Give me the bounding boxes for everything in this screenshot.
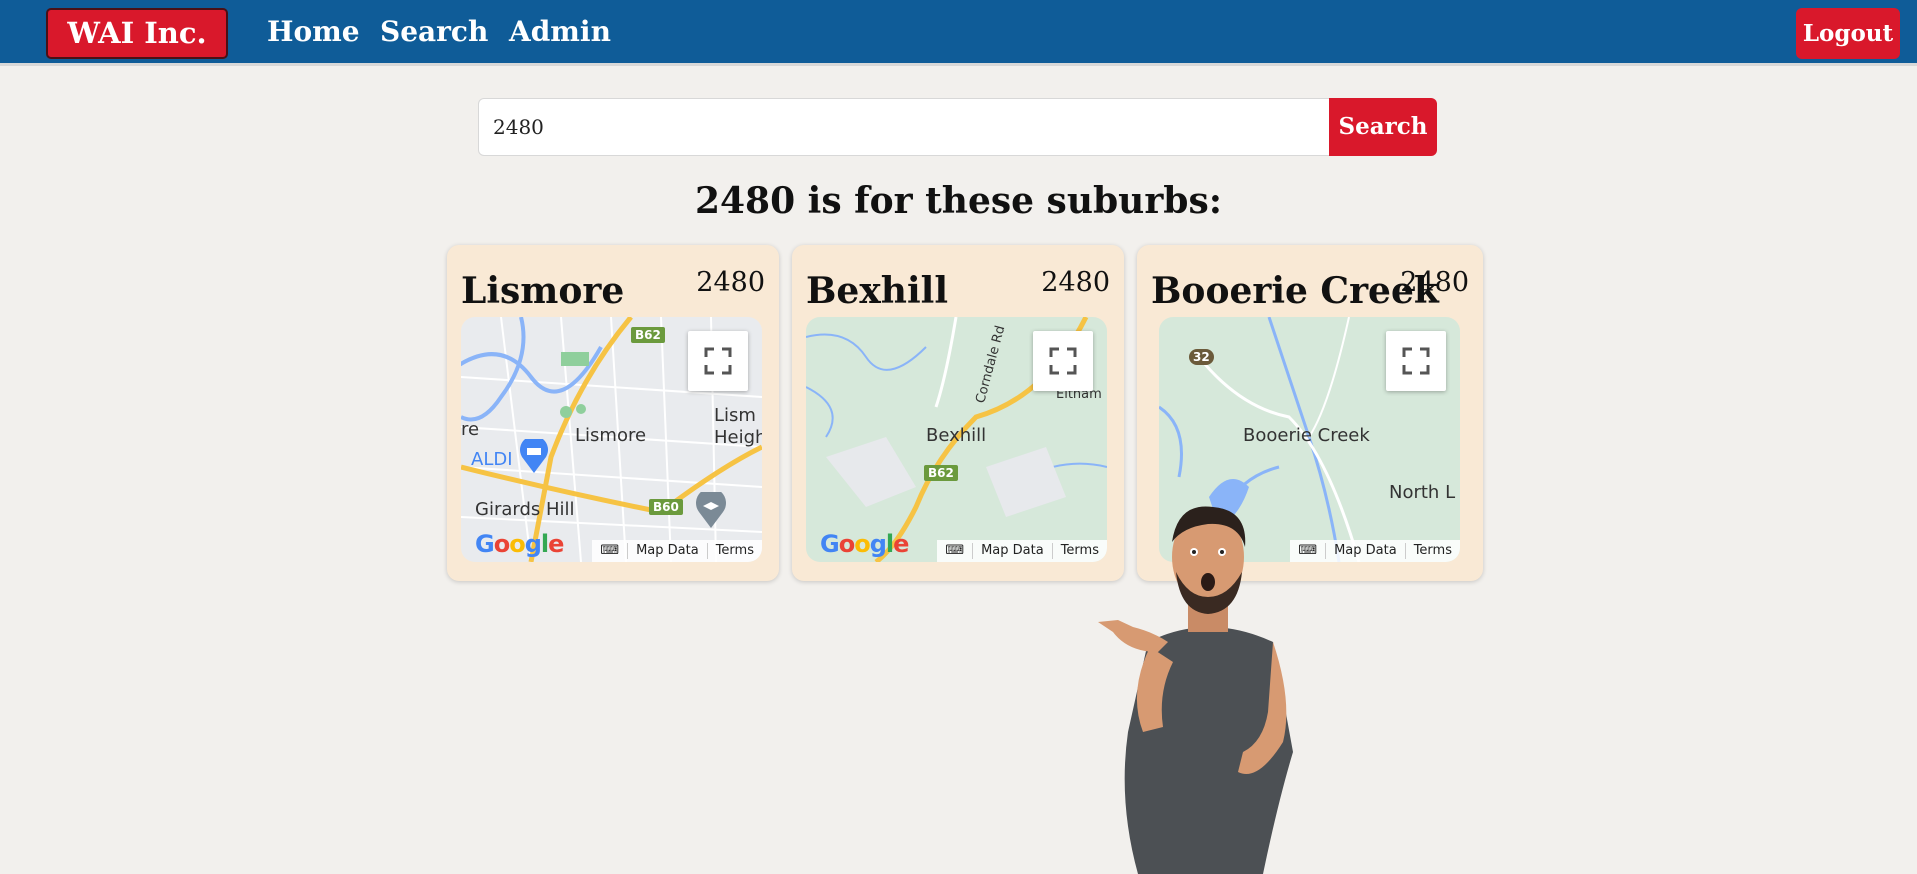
terms-link[interactable]: Terms: [1404, 543, 1460, 559]
nav-admin-link[interactable]: Admin: [509, 12, 611, 52]
fullscreen-button[interactable]: [1386, 331, 1446, 391]
fullscreen-button[interactable]: [1033, 331, 1093, 391]
suburb-postcode: 2480: [696, 267, 765, 298]
map-label: Girards Hill: [475, 499, 575, 520]
graduation-cap-icon: [696, 492, 726, 528]
map-data-link[interactable]: Map Data: [627, 543, 707, 559]
road-shield: B60: [649, 499, 683, 515]
shopping-cart-icon: [520, 439, 548, 473]
map-attribution: ⌨ Map Data Terms: [592, 540, 762, 562]
map-label: Lism: [714, 405, 756, 426]
google-logo: Google: [820, 530, 909, 558]
suburb-map[interactable]: B62 B60 Lismore Lism Heigh ALDI Girards …: [461, 317, 762, 562]
search-button[interactable]: Search: [1329, 98, 1437, 156]
road-shield: B62: [631, 327, 665, 343]
suburb-name: Lismore: [461, 270, 625, 312]
google-logo: Google: [475, 530, 564, 558]
map-label: North L: [1389, 482, 1456, 503]
suburb-card-bexhill: Bexhill 2480 Bexhill Corndale Rd Eltham …: [792, 245, 1124, 581]
map-label: Lismore: [575, 425, 647, 446]
suburb-card-lismore: Lismore 2480 B62 B60 Lismore Lism Heigh …: [447, 245, 779, 581]
suburb-name: Booerie Creek: [1151, 270, 1439, 312]
road-shield: 32: [1189, 349, 1214, 365]
road-shield: B62: [924, 465, 958, 481]
map-data-link[interactable]: Map Data: [972, 543, 1052, 559]
fullscreen-icon: [1402, 347, 1430, 375]
results-heading: 2480 is for these suburbs:: [694, 180, 1223, 222]
brand-logo[interactable]: WAI Inc.: [46, 8, 228, 59]
fullscreen-icon: [704, 347, 732, 375]
terms-link[interactable]: Terms: [706, 543, 762, 559]
suburb-postcode: 2480: [1400, 267, 1469, 298]
navbar: WAI Inc. Home Search Admin Logout: [0, 0, 1917, 66]
map-label: re: [461, 419, 480, 440]
map-label: ALDI: [471, 449, 513, 470]
map-label: Heigh: [714, 427, 762, 448]
search-input[interactable]: [478, 98, 1332, 156]
surprised-man-pointing-image: [1098, 506, 1293, 874]
suburb-postcode: 2480: [1041, 267, 1110, 298]
suburb-map[interactable]: Bexhill Corndale Rd Eltham B62 Google ⌨ …: [806, 317, 1107, 562]
fullscreen-button[interactable]: [688, 331, 748, 391]
nav-search-link[interactable]: Search: [380, 12, 488, 52]
keyboard-icon[interactable]: ⌨: [937, 543, 972, 559]
map-label: Booerie Creek: [1243, 425, 1370, 446]
logout-button[interactable]: Logout: [1796, 8, 1900, 59]
suburb-name: Bexhill: [806, 270, 948, 312]
map-attribution: ⌨ Map Data Terms: [937, 540, 1107, 562]
nav-home-link[interactable]: Home: [267, 12, 360, 52]
keyboard-icon[interactable]: ⌨: [592, 543, 627, 559]
fullscreen-icon: [1049, 347, 1077, 375]
map-label: Bexhill: [926, 425, 987, 446]
